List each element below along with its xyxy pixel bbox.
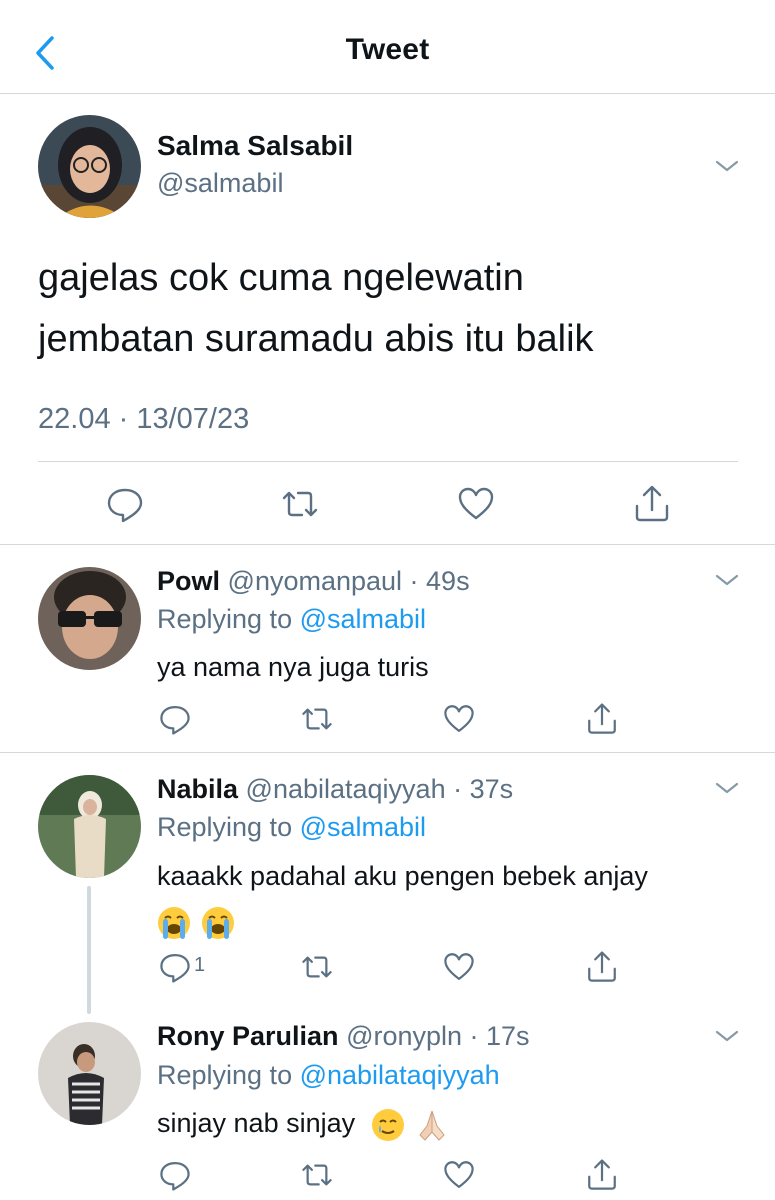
reply-author-name[interactable]: Nabila — [157, 774, 238, 804]
reply-header: Nabila @nabilataqiyyah · 37s — [157, 774, 513, 805]
reply-share-action[interactable] — [585, 1158, 619, 1192]
reply-text: kaaakk padahal aku pengen bebek anjay — [157, 856, 737, 942]
chevron-down-icon[interactable] — [714, 158, 740, 174]
share-icon[interactable] — [585, 702, 619, 736]
replying-to-handle[interactable]: @salmabil — [300, 604, 426, 634]
replying-to-handle[interactable]: @nabilataqiyyah — [300, 1060, 500, 1090]
comment-icon[interactable] — [105, 484, 145, 524]
avatar[interactable] — [38, 567, 141, 670]
replying-to: Replying to @salmabil — [157, 604, 426, 635]
page-title: Tweet — [345, 33, 430, 66]
avatar[interactable] — [38, 775, 141, 878]
reply-comment-action[interactable]: 1 — [158, 950, 218, 984]
reply-like-action[interactable] — [442, 1158, 476, 1192]
reply-text-content: ya nama nya juga turis — [157, 652, 429, 682]
replying-to: Replying to @salmabil — [157, 812, 426, 843]
reply-retweet-action[interactable] — [300, 1158, 334, 1192]
reply-author-name[interactable]: Powl — [157, 566, 220, 596]
replying-to-prefix: Replying to — [157, 812, 300, 842]
comment-icon[interactable] — [158, 950, 192, 984]
reply-like-action[interactable] — [442, 950, 476, 984]
retweet-icon[interactable] — [300, 950, 334, 984]
reply-author-meta[interactable]: @nabilataqiyyah · 37s — [246, 774, 514, 804]
replying-to-prefix: Replying to — [157, 1060, 300, 1090]
author-name[interactable]: Salma Salsabil — [157, 130, 353, 162]
reply-comment-action[interactable] — [158, 1158, 218, 1192]
reply-text-content: sinjay nab sinjay — [157, 1108, 356, 1138]
comment-icon[interactable] — [158, 1158, 192, 1192]
share-icon[interactable] — [585, 1158, 619, 1192]
reply-author-name[interactable]: Rony Parulian — [157, 1021, 339, 1051]
heart-icon[interactable] — [456, 484, 496, 524]
share-icon[interactable] — [632, 484, 672, 524]
tweet-actions — [0, 484, 775, 524]
reply-retweet-action[interactable] — [300, 702, 334, 736]
author-handle[interactable]: @salmabil — [157, 168, 283, 199]
reply-like-action[interactable] — [442, 702, 476, 736]
thread-line — [87, 886, 91, 1014]
top-bar: Tweet — [0, 0, 775, 94]
retweet-icon[interactable] — [300, 702, 334, 736]
tweet-timestamp[interactable]: 22.04 · 13/07/23 — [38, 403, 249, 436]
chevron-down-icon[interactable] — [714, 572, 740, 588]
reply-header: Powl @nyomanpaul · 49s — [157, 566, 470, 597]
reply-header: Rony Parulian @ronypln · 17s — [157, 1021, 530, 1052]
avatar[interactable] — [38, 115, 141, 218]
reply-count: 1 — [194, 954, 206, 976]
heart-icon[interactable] — [442, 1158, 476, 1192]
reply-author-meta[interactable]: @ronypln · 17s — [346, 1021, 530, 1051]
divider — [38, 461, 738, 462]
tweet-text: gajelas cok cuma ngelewatin jembatan sur… — [38, 248, 738, 370]
loudly-crying-face-emoji — [158, 906, 190, 939]
emoji-row — [157, 901, 737, 942]
retweet-icon[interactable] — [300, 1158, 334, 1192]
smiling-face-with-tear-emoji — [371, 1108, 404, 1141]
chevron-down-icon[interactable] — [714, 1028, 740, 1044]
tweet-text-line: jembatan suramadu abis itu balik — [38, 318, 594, 360]
reply-comment-action[interactable] — [158, 702, 218, 736]
loudly-crying-face-emoji — [202, 906, 234, 939]
heart-icon[interactable] — [442, 950, 476, 984]
heart-icon[interactable] — [442, 702, 476, 736]
reply-share-action[interactable] — [585, 702, 619, 736]
divider — [0, 544, 775, 545]
folded-hands-emoji — [418, 1110, 445, 1141]
tweet-text-line: gajelas cok cuma ngelewatin — [38, 257, 524, 299]
comment-icon[interactable] — [158, 702, 192, 736]
retweet-icon[interactable] — [280, 484, 320, 524]
replying-to: Replying to @nabilataqiyyah — [157, 1060, 500, 1091]
share-icon[interactable] — [585, 950, 619, 984]
replying-to-prefix: Replying to — [157, 604, 300, 634]
reply-share-action[interactable] — [585, 950, 619, 984]
reply-retweet-action[interactable] — [300, 950, 334, 984]
replying-to-handle[interactable]: @salmabil — [300, 812, 426, 842]
reply-text-content: kaaakk padahal aku pengen bebek anjay — [157, 861, 648, 891]
reply-text: sinjay nab sinjay — [157, 1103, 737, 1144]
chevron-down-icon[interactable] — [714, 780, 740, 796]
avatar[interactable] — [38, 1022, 141, 1125]
reply-text: ya nama nya juga turis — [157, 647, 737, 688]
reply-author-meta[interactable]: @nyomanpaul · 49s — [228, 566, 470, 596]
divider — [0, 752, 775, 753]
